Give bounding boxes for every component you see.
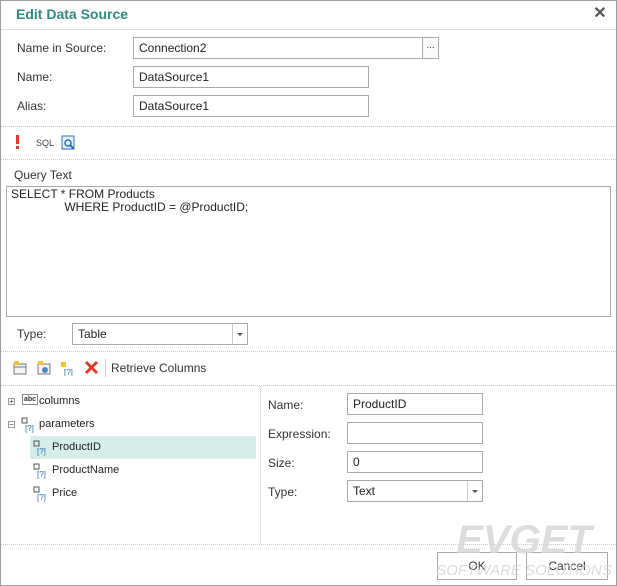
svg-text:[?]: [?] [64, 368, 73, 376]
parameter-icon: [?] [33, 440, 49, 456]
query-text-label: Query Text [14, 168, 72, 182]
parameter-icon: [?] [33, 486, 49, 502]
tree-node-param[interactable]: Price [52, 487, 77, 509]
separator [1, 159, 616, 160]
separator [1, 351, 616, 352]
type-label: Type: [17, 327, 47, 341]
prop-type-select[interactable]: Text [347, 480, 483, 502]
columns-icon: abc [22, 394, 39, 405]
query-builder-icon[interactable] [61, 135, 77, 151]
prop-name-field[interactable]: ProductID [347, 393, 483, 415]
close-icon[interactable]: ✕ [591, 5, 609, 23]
name-label: Name: [17, 70, 53, 84]
prop-expression-label: Expression: [268, 427, 331, 441]
new-calc-column-icon[interactable] [36, 360, 52, 376]
separator [1, 126, 616, 127]
svg-text:[?]: [?] [37, 493, 46, 502]
retrieve-columns-button[interactable]: Retrieve Columns [111, 361, 206, 375]
tree-node-param[interactable]: ProductName [52, 464, 119, 486]
chevron-down-icon[interactable] [467, 481, 482, 501]
toolbar-divider [105, 359, 106, 377]
edit-data-source-dialog: Edit Data Source ✕ Name in Source: Conne… [0, 0, 617, 586]
delete-icon[interactable] [84, 360, 99, 375]
query-text-area[interactable]: SELECT * FROM Products WHERE ProductID =… [6, 186, 611, 317]
prop-name-label: Name: [268, 398, 304, 412]
separator [1, 544, 616, 545]
separator [1, 385, 616, 386]
parameter-icon: [?] [33, 463, 49, 479]
dialog-title: Edit Data Source [16, 6, 129, 22]
exclamation-icon[interactable] [13, 134, 23, 150]
type-select[interactable]: Table [72, 323, 248, 345]
cancel-button[interactable]: Cancel [526, 552, 608, 580]
sql-button[interactable]: SQL [36, 138, 54, 148]
svg-text:[?]: [?] [37, 447, 46, 456]
new-parameter-icon[interactable]: [?] [60, 360, 76, 377]
prop-size-field[interactable]: 0 [347, 451, 483, 473]
expand-icon[interactable]: + [8, 398, 15, 406]
alias-label: Alias: [17, 99, 47, 113]
tree-node-parameters[interactable]: parameters [39, 418, 95, 440]
type-select-value: Table [78, 327, 107, 341]
name-field[interactable]: DataSource1 [133, 66, 369, 88]
prop-expression-field[interactable] [347, 422, 483, 444]
collapse-icon[interactable]: − [8, 421, 15, 429]
title-bar: Edit Data Source ✕ [1, 1, 616, 30]
svg-text:[?]: [?] [25, 424, 34, 433]
prop-size-label: Size: [268, 456, 295, 470]
name-in-source-field[interactable]: Connection2 [133, 37, 423, 59]
prop-type-value: Text [353, 484, 376, 498]
tree-node-param[interactable]: ProductID [52, 441, 101, 463]
new-column-icon[interactable] [12, 360, 28, 376]
svg-text:[?]: [?] [37, 470, 46, 479]
parameters-icon: [?] [21, 417, 37, 433]
alias-field[interactable]: DataSource1 [133, 95, 369, 117]
prop-type-label: Type: [268, 485, 298, 499]
name-in-source-label: Name in Source: [17, 41, 107, 55]
browse-button[interactable]: ... [422, 37, 439, 59]
ok-button[interactable]: OK [437, 552, 517, 580]
tree-node-columns[interactable]: columns [39, 395, 80, 417]
chevron-down-icon[interactable] [232, 324, 247, 344]
panel-divider [260, 386, 261, 544]
